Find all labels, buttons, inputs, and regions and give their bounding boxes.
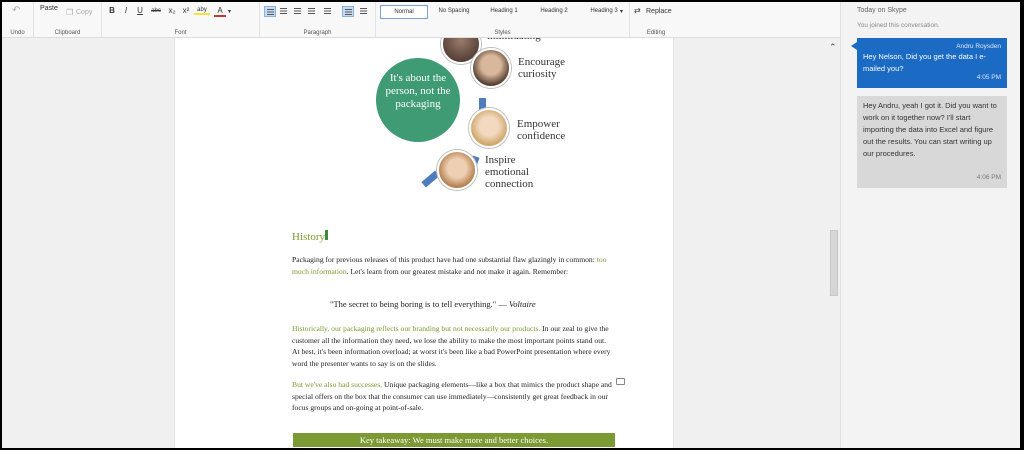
callout-intimidating: intimidating — [487, 38, 541, 42]
message-text: Hey Nelson, Did you get the data I e-mai… — [863, 52, 986, 73]
style-normal[interactable]: Normal — [380, 5, 428, 19]
section-heading[interactable]: History — [292, 231, 325, 243]
paragraph-3[interactable]: But we've also had successes. Unique pac… — [292, 379, 612, 414]
paragraph-1[interactable]: Packaging for previous releases of this … — [292, 254, 612, 277]
ribbon: ↶ Undo Paste ❐ Copy Clipboard B I U abc … — [2, 2, 840, 38]
style-no-spacing[interactable]: No Spacing — [430, 5, 478, 19]
clipboard-group: Paste ❐ Copy Clipboard — [34, 2, 102, 38]
key-takeaway-banner: Key takeaway: We must make more and bett… — [293, 433, 615, 447]
scrollbar-thumb[interactable] — [830, 230, 838, 296]
align-right-icon[interactable] — [292, 6, 304, 17]
styles-group: Normal No Spacing Heading 1 Heading 2 He… — [376, 2, 630, 38]
skype-joined-note: You joined this conversation. — [857, 22, 940, 29]
highlight-button[interactable]: aby — [194, 7, 210, 15]
strikethrough-button[interactable]: abc — [148, 8, 164, 14]
callout-emotional: Inspire emotional connection — [485, 154, 534, 190]
replace-button[interactable]: Replace — [646, 8, 672, 15]
undo-icon[interactable]: ↶ — [12, 5, 20, 16]
document-canvas: It's about the person, not the packaging… — [2, 38, 840, 448]
align-left-icon[interactable] — [264, 6, 276, 17]
person-photo — [437, 150, 477, 190]
editing-label: Editing — [646, 30, 666, 36]
message-sender: Andru Roysden — [956, 43, 1001, 50]
word-window: ↶ Undo Paste ❐ Copy Clipboard B I U abc … — [2, 2, 1020, 448]
quote-text: "The secret to being boring is to tell e… — [330, 299, 510, 309]
styles-label: Styles — [494, 30, 511, 36]
p1-text: Packaging for previous releases of this … — [292, 255, 597, 264]
clipboard-label: Clipboard — [54, 30, 81, 36]
style-heading-2[interactable]: Heading 2 — [530, 5, 578, 19]
quote[interactable]: "The secret to being boring is to tell e… — [330, 299, 536, 309]
text-cursor — [325, 230, 328, 240]
callout-curiosity: Encourage curiosity — [518, 56, 566, 80]
font-group: B I U abc x₂ x² aby A ▾ Font — [102, 2, 260, 38]
editing-group: ⇄ Replace Editing — [630, 2, 682, 38]
undo-label: Undo — [10, 30, 25, 36]
collapse-chat-icon[interactable]: ⌃ — [829, 42, 837, 53]
ltr-direction-icon[interactable] — [342, 6, 354, 17]
message-time: 4:06 PM — [976, 174, 1001, 181]
paste-button[interactable]: Paste — [40, 5, 58, 12]
rtl-direction-icon[interactable] — [358, 6, 370, 17]
p3-highlight: But we've also had successes. — [292, 380, 383, 389]
style-heading-1[interactable]: Heading 1 — [480, 5, 528, 19]
font-color-chevron-icon[interactable]: ▾ — [228, 8, 231, 15]
quote-author: Voltaire — [509, 299, 536, 309]
bold-button[interactable]: B — [106, 6, 118, 15]
copy-button[interactable]: Copy — [76, 9, 92, 16]
paragraph-2[interactable]: Historically, our packaging reflects our… — [292, 323, 612, 369]
comment-icon[interactable] — [616, 378, 625, 385]
document-page[interactable]: It's about the person, not the packaging… — [174, 38, 674, 448]
undo-group: ↶ Undo — [2, 2, 34, 38]
copy-icon[interactable]: ❐ — [66, 8, 73, 17]
person-photo — [471, 48, 511, 88]
font-label: Font — [174, 30, 187, 36]
font-color-button[interactable]: A — [214, 6, 226, 17]
replace-icon[interactable]: ⇄ — [634, 6, 641, 15]
message-time: 4:05 PM — [976, 74, 1001, 81]
subscript-button[interactable]: x₂ — [166, 6, 178, 15]
center-circle: It's about the person, not the packaging — [376, 58, 460, 142]
align-center-icon[interactable] — [278, 6, 290, 17]
superscript-button[interactable]: x² — [180, 6, 192, 15]
p2-highlight: Historically, our packaging reflects our… — [292, 324, 541, 333]
chat-message-incoming[interactable]: Andru Roysden Hey Nelson, Did you get th… — [851, 38, 1007, 88]
chat-message-outgoing[interactable]: Hey Andru, yeah I got it. Did you want t… — [857, 96, 1007, 188]
underline-button[interactable]: U — [134, 6, 146, 15]
styles-more-icon[interactable]: ▾ — [620, 8, 623, 15]
person-photo — [469, 108, 509, 148]
paragraph-label: Paragraph — [303, 30, 332, 36]
vertical-scrollbar[interactable] — [826, 38, 840, 448]
center-circle-text: It's about the person, not the packaging — [385, 72, 451, 110]
italic-button[interactable]: I — [120, 6, 132, 15]
line-spacing-icon[interactable] — [322, 6, 334, 17]
paragraph-group: Paragraph — [260, 2, 376, 38]
callout-confidence: Empower confidence — [517, 118, 566, 142]
skype-panel: Today on Skype You joined this conversat… — [840, 2, 1020, 448]
message-text: Hey Andru, yeah I got it. Did you want t… — [863, 101, 997, 158]
skype-header: Today on Skype — [857, 7, 907, 14]
justify-icon[interactable] — [306, 6, 318, 17]
p1-text-end: . Let's learn from our greatest mistake … — [346, 266, 569, 276]
